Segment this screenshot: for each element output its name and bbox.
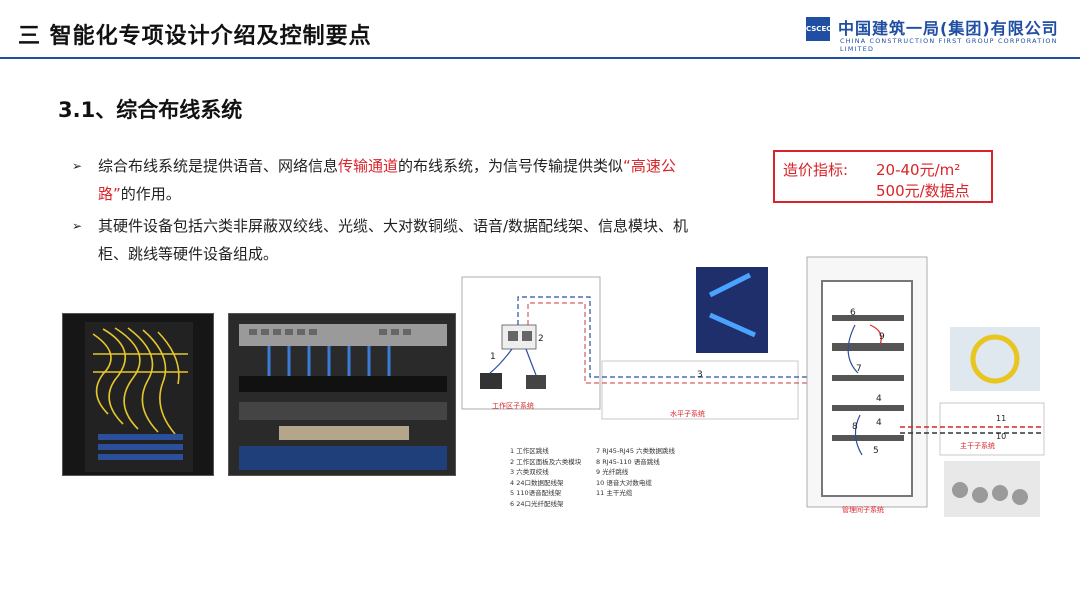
patch-panel-image — [229, 314, 455, 475]
legend-item: 8 RJ45-110 语音跳线 — [596, 457, 660, 466]
legend-item: 2 工作区面板及六类模块 — [510, 457, 582, 466]
work-area-label: 工作区子系统 — [492, 402, 534, 410]
company-logo: CSCEC — [806, 17, 831, 41]
cost-index-box: 造价指标: 20-40元/m² 500元/数据点 — [773, 150, 993, 203]
section-title: 3.1、综合布线系统 — [58, 98, 243, 122]
legend-item: 3 六类双绞线 — [510, 468, 549, 477]
cost-label: 造价指标: — [783, 161, 849, 179]
legend-item: 4 24口数据配线架 — [510, 478, 564, 487]
bullet-text: 的作用。 — [120, 185, 181, 203]
legend-right: 7 RJ45-RJ45 六类数据跳线 8 RJ45-110 语音跳线 9 光纤跳… — [596, 446, 675, 499]
cabinet-photo — [62, 313, 214, 476]
bullet-text: 综合布线系统是提供语音、网络信息 — [98, 157, 339, 175]
header-divider — [0, 57, 1080, 59]
cost-value-area: 20-40元/m² — [876, 161, 961, 179]
company-name-cn: 中国建筑一局(集团)有限公司 — [838, 19, 1059, 38]
legend-item: 6 24口光纤配线架 — [510, 499, 564, 508]
legend-item: 1 工作区跳线 — [510, 447, 549, 455]
diagram-num: 3 — [697, 370, 703, 380]
backbone-label: 主干子系统 — [960, 442, 995, 450]
bullet-item-1: ➢ 综合布线系统是提供语音、网络信息传输通道的布线系统，为信号传输提供类似“高速… — [72, 152, 712, 208]
diagram-num: 7 — [856, 364, 862, 374]
diagram-num: 1 — [490, 352, 496, 362]
legend-item: 9 光纤跳线 — [596, 468, 629, 477]
legend-item: 7 RJ45-RJ45 六类数据跳线 — [596, 447, 676, 455]
diagram-num: 10 — [996, 432, 1006, 441]
bullet-text: 的布线系统，为信号传输提供类似 — [398, 157, 624, 175]
management-label: 管理间子系统 — [842, 506, 884, 514]
company-name-en: CHINA CONSTRUCTION FIRST GROUP CORPORATI… — [840, 37, 1058, 53]
legend-item: 5 110语音配线架 — [510, 489, 562, 498]
diagram-num: 8 — [852, 422, 858, 432]
diagram-num: 4 — [876, 394, 882, 404]
horizontal-label: 水平子系统 — [670, 410, 705, 418]
highlight-text: 传输通道 — [338, 157, 399, 175]
bullet-arrow-icon: ➢ — [72, 159, 83, 173]
diagram-num: 2 — [538, 334, 544, 344]
bullet-arrow-icon: ➢ — [72, 219, 83, 233]
diagram-num: 4 — [876, 418, 882, 428]
legend-item: 11 主干光缆 — [596, 489, 633, 498]
patch-panel-photo — [228, 313, 456, 476]
diagram-num: 9 — [879, 332, 885, 342]
diagram-num: 6 — [850, 308, 856, 318]
diagram-num: 11 — [996, 414, 1006, 423]
legend-left: 1 工作区跳线 2 工作区面板及六类模块 3 六类双绞线 4 24口数据配线架 … — [510, 446, 581, 510]
slide-title: 三 智能化专项设计介绍及控制要点 — [18, 24, 372, 49]
cost-value-point: 500元/数据点 — [876, 182, 970, 200]
cabinet-image — [63, 314, 213, 475]
diagram-num: 5 — [873, 446, 879, 456]
legend-item: 10 语音大对数电缆 — [596, 478, 652, 487]
bullet-list: ➢ 综合布线系统是提供语音、网络信息传输通道的布线系统，为信号传输提供类似“高速… — [72, 152, 712, 272]
